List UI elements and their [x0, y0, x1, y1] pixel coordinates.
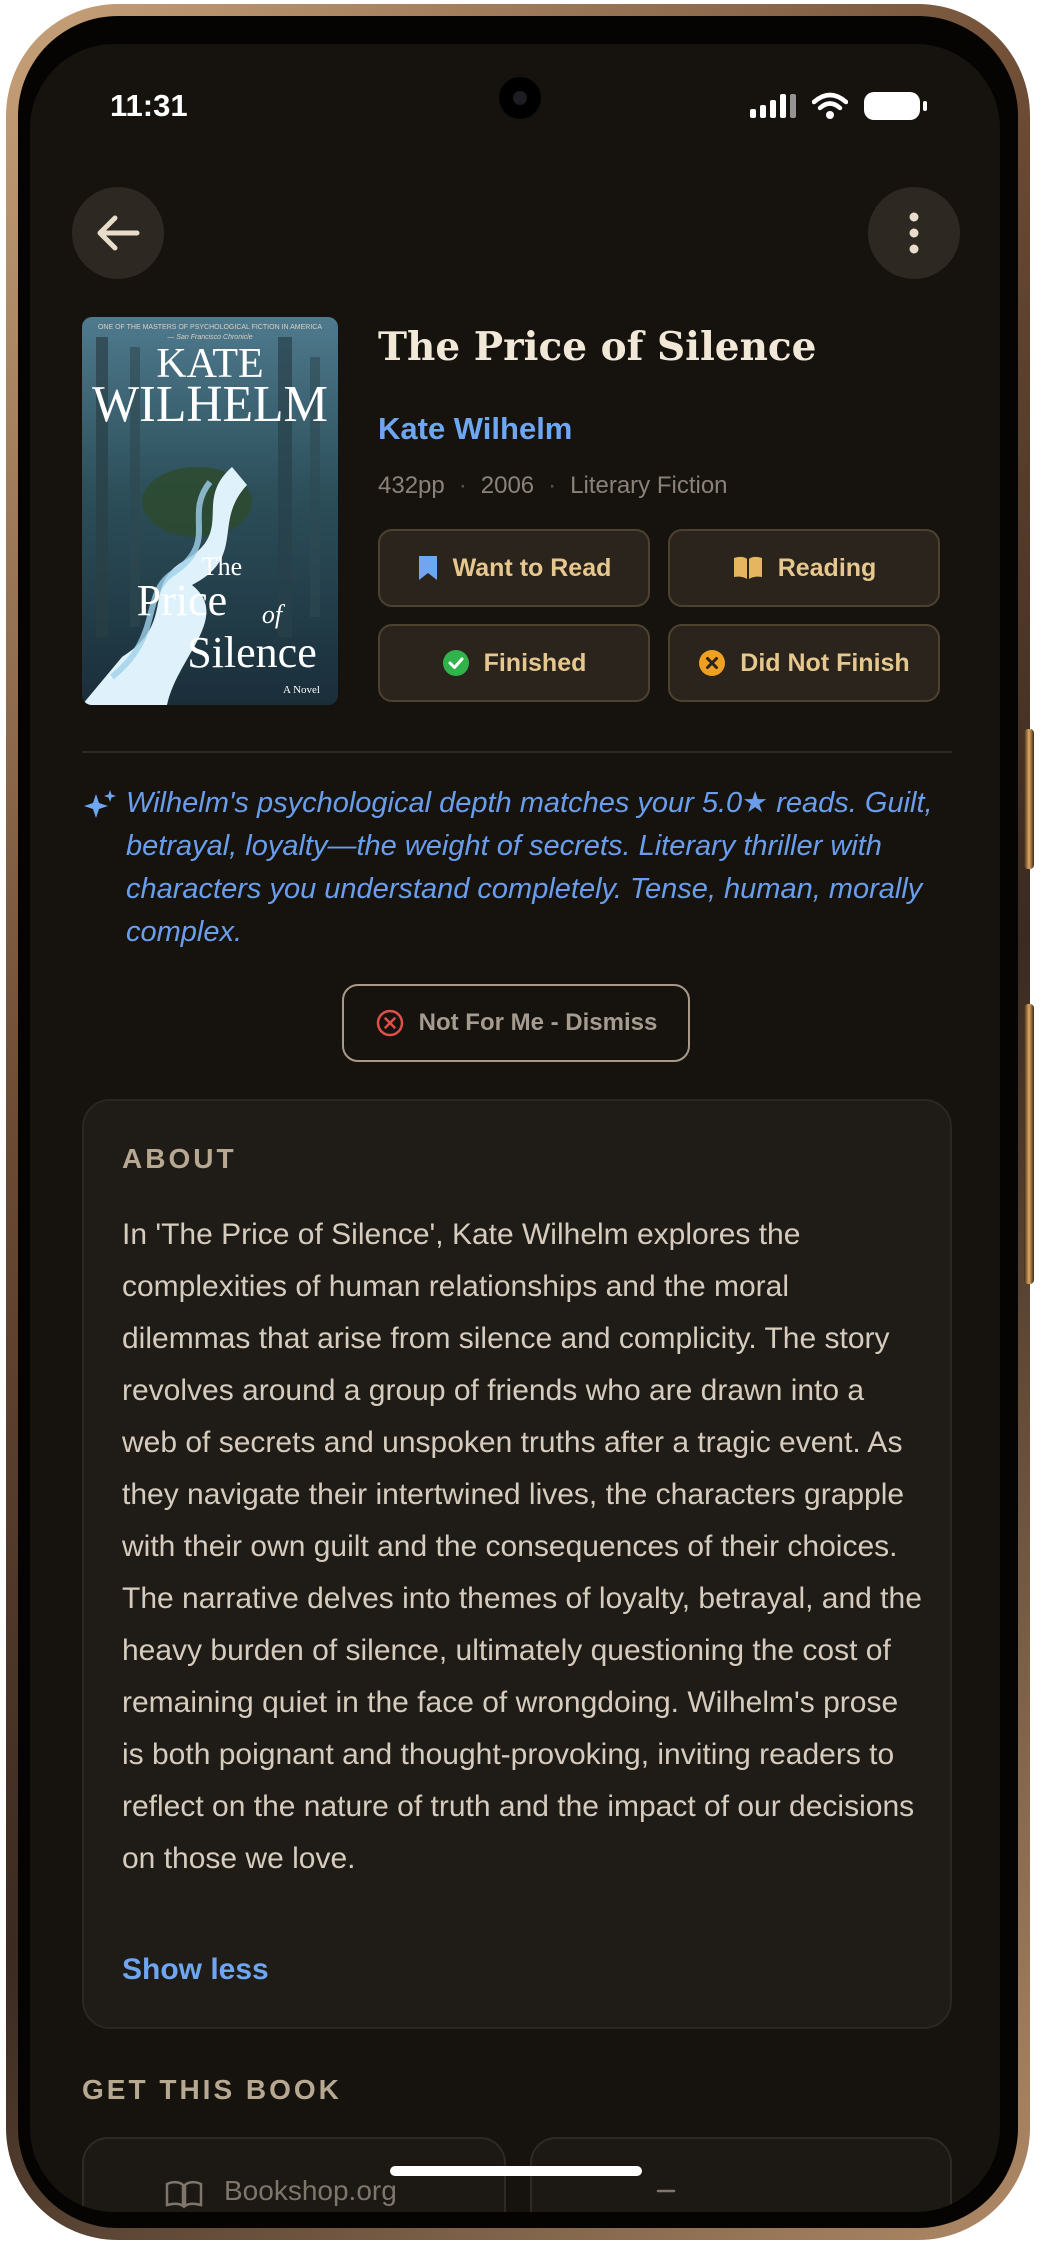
cover-tagline: ONE OF THE MASTERS OF PSYCHOLOGICAL FICT… — [98, 324, 322, 331]
open-book-icon — [733, 556, 762, 579]
cover-title-line4: Silence — [187, 628, 317, 677]
reading-button[interactable]: Reading — [668, 529, 940, 607]
x-circle-icon — [699, 650, 726, 676]
author-link[interactable]: Kate Wilhelm — [378, 411, 572, 447]
x-circle-icon — [376, 1009, 403, 1037]
dismiss-label: Not For Me - Dismiss — [418, 1009, 658, 1036]
check-circle-icon — [442, 650, 469, 676]
finished-label: Finished — [483, 648, 587, 677]
dismiss-button[interactable]: Not For Me - Dismiss — [342, 984, 690, 1062]
arrow-left-icon — [97, 215, 140, 251]
power-button — [1024, 1004, 1034, 1284]
cover-subtitle: A Novel — [283, 684, 320, 696]
book-icon — [165, 2180, 203, 2209]
about-body: In 'The Price of Silence', Kate Wilhelm … — [122, 1218, 922, 1875]
link-icon — [656, 2189, 676, 2193]
book-meta: 432pp · 2006 · Literary Fiction — [378, 472, 728, 500]
battery-icon — [864, 92, 927, 120]
volume-up-button — [1024, 729, 1034, 869]
book-title: The Price of Silence — [378, 324, 817, 370]
want-to-read-label: Want to Read — [452, 553, 612, 582]
genre: Literary Fiction — [570, 472, 728, 499]
sparkle-icon — [84, 790, 116, 818]
finished-button[interactable]: Finished — [378, 624, 650, 702]
more-options-button[interactable] — [868, 187, 960, 279]
about-heading: ABOUT — [122, 1143, 237, 1174]
store-name: Bookshop.org — [224, 2175, 397, 2206]
get-book-heading: GET THIS BOOK — [82, 2074, 342, 2105]
want-to-read-button[interactable]: Want to Read — [378, 529, 650, 607]
divider — [82, 751, 952, 753]
publish-year: 2006 — [480, 472, 535, 499]
meta-separator: · — [458, 472, 467, 499]
screen: 11:31 ONE OF THE MASTERS OF PSYCHOLOGICA… — [30, 44, 1000, 2212]
reading-label: Reading — [777, 553, 877, 582]
more-vertical-icon — [909, 212, 919, 254]
meta-separator: · — [548, 472, 557, 499]
cover-author-last: WILHELM — [92, 376, 328, 433]
wifi-icon — [812, 92, 848, 119]
cellular-signal-icon — [750, 94, 796, 118]
about-card: ABOUT In 'The Price of Silence', Kate Wi… — [82, 1099, 952, 2029]
recommendation-text: Wilhelm's psychological depth matches yo… — [126, 787, 933, 948]
status-icons — [750, 92, 927, 120]
front-camera — [499, 77, 541, 119]
did-not-finish-label: Did Not Finish — [740, 648, 910, 677]
cover-title-line2: Price — [137, 576, 227, 625]
show-less-link[interactable]: Show less — [122, 1953, 269, 1987]
book-cover[interactable]: ONE OF THE MASTERS OF PSYCHOLOGICAL FICT… — [82, 317, 338, 705]
back-button[interactable] — [72, 187, 164, 279]
status-time: 11:31 — [110, 88, 188, 123]
did-not-finish-button[interactable]: Did Not Finish — [668, 624, 940, 702]
page-count: 432pp — [378, 472, 445, 499]
cover-quote-source: — San Francisco Chronicle — [166, 334, 252, 341]
home-indicator[interactable] — [390, 2166, 642, 2176]
bookmark-icon — [418, 556, 437, 580]
